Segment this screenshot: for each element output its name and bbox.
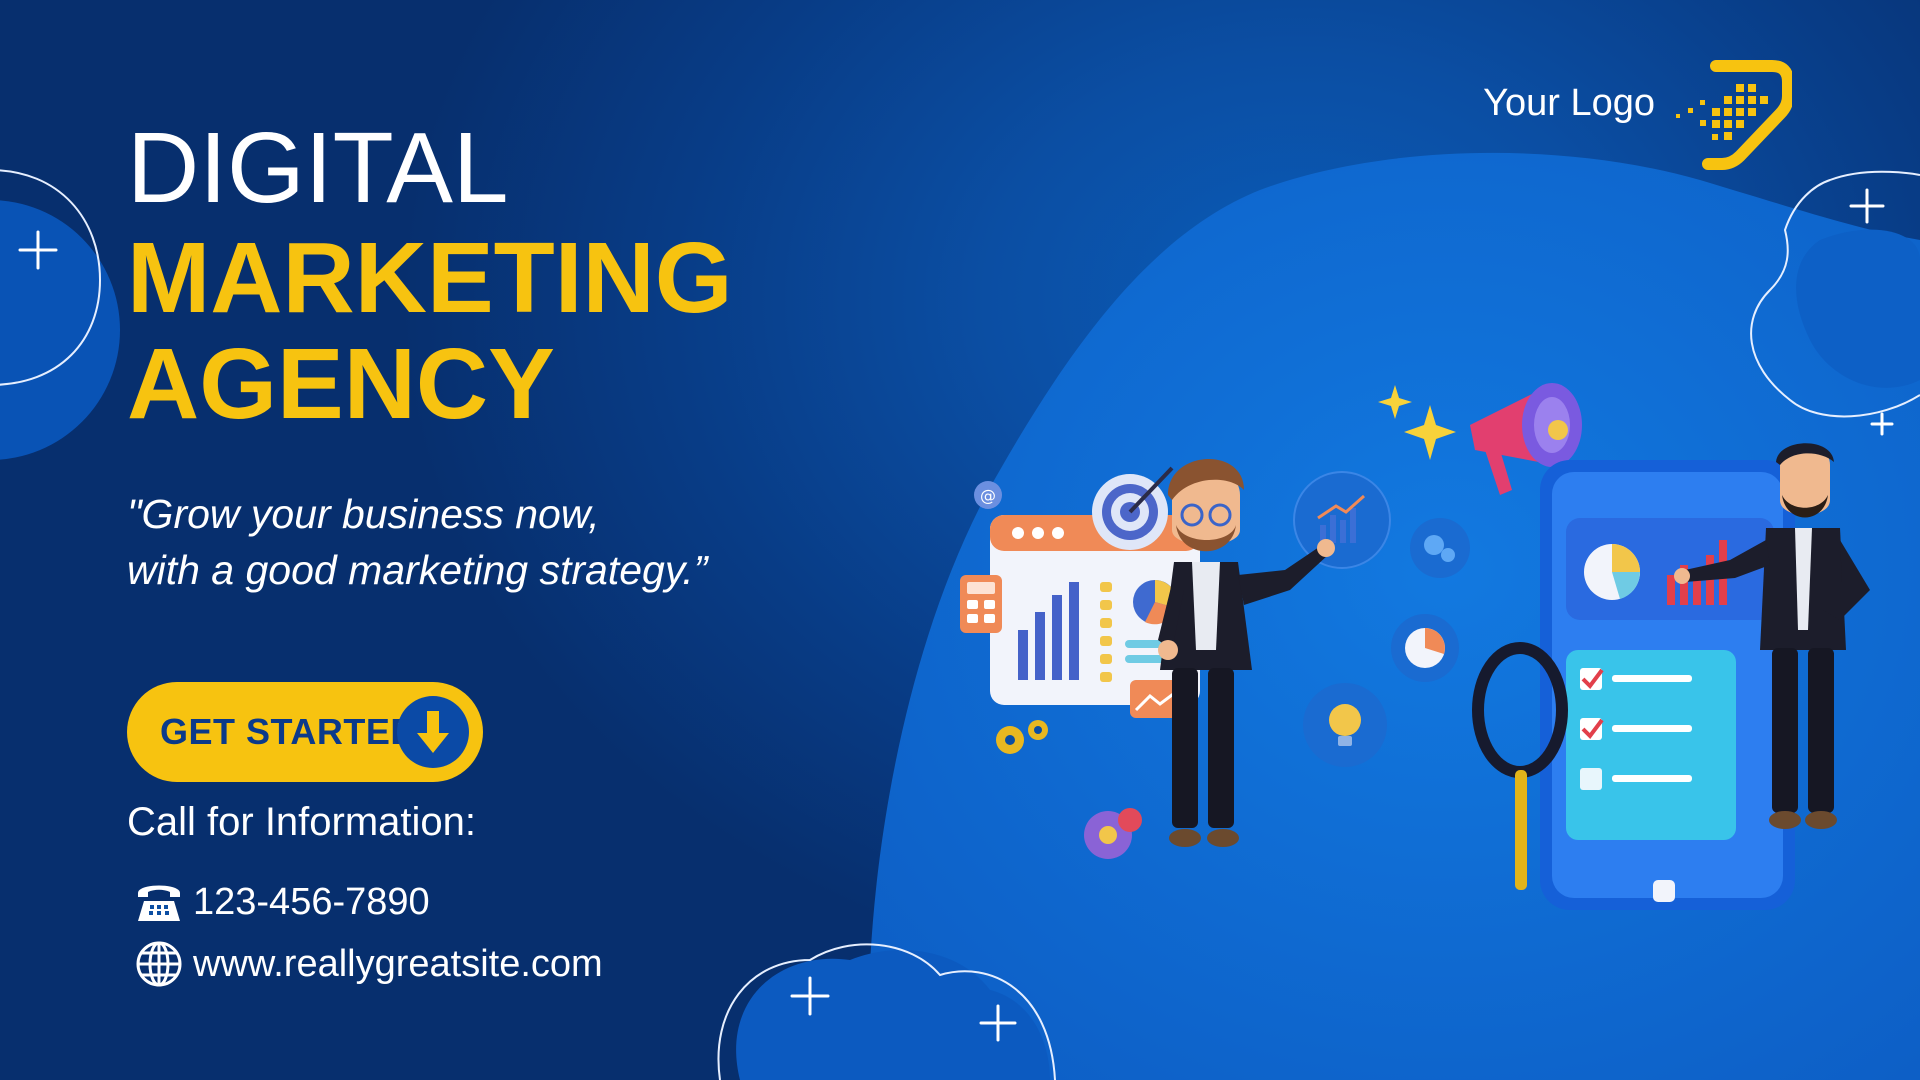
chart-bubble bbox=[1293, 471, 1391, 569]
cog-purple-icon bbox=[1084, 808, 1142, 859]
tablet-screen bbox=[1540, 460, 1795, 910]
logo-text[interactable]: Your Logo bbox=[1483, 82, 1655, 125]
headline-line-1: DIGITAL bbox=[127, 112, 509, 224]
arrow-down-icon bbox=[397, 696, 469, 768]
website-url[interactable]: www.reallygreatsite.com bbox=[193, 943, 603, 986]
svg-text:@: @ bbox=[980, 486, 996, 505]
globe-icon bbox=[133, 938, 185, 990]
headline-line-2: MARKETING bbox=[127, 222, 733, 334]
get-started-label: GET STARTED bbox=[160, 711, 417, 752]
settings-bubble bbox=[1410, 518, 1470, 578]
gear-icon bbox=[996, 720, 1048, 754]
telephone-icon bbox=[133, 876, 185, 928]
logo-icon[interactable] bbox=[1668, 52, 1792, 170]
contact-heading: Call for Information: bbox=[127, 800, 477, 844]
tagline-line-1: "Grow your business now, bbox=[127, 491, 600, 537]
headline-line-3: AGENCY bbox=[127, 328, 555, 440]
banner: Your Logo DIGITAL MARKETING AGENCY "Grow… bbox=[0, 0, 1920, 1080]
sparkle-icon bbox=[1378, 385, 1456, 460]
website-row[interactable]: www.reallygreatsite.com bbox=[133, 938, 603, 990]
get-started-button[interactable]: GET STARTED bbox=[127, 682, 483, 782]
lightbulb-bubble bbox=[1303, 683, 1387, 767]
phone-row[interactable]: 123-456-7890 bbox=[133, 876, 430, 928]
tagline: "Grow your business now, with a good mar… bbox=[127, 486, 707, 598]
pie-bubble bbox=[1391, 614, 1459, 682]
marketing-illustration: @ bbox=[960, 383, 1870, 910]
phone-number[interactable]: 123-456-7890 bbox=[193, 881, 430, 924]
tagline-line-2: with a good marketing strategy.” bbox=[127, 547, 708, 593]
